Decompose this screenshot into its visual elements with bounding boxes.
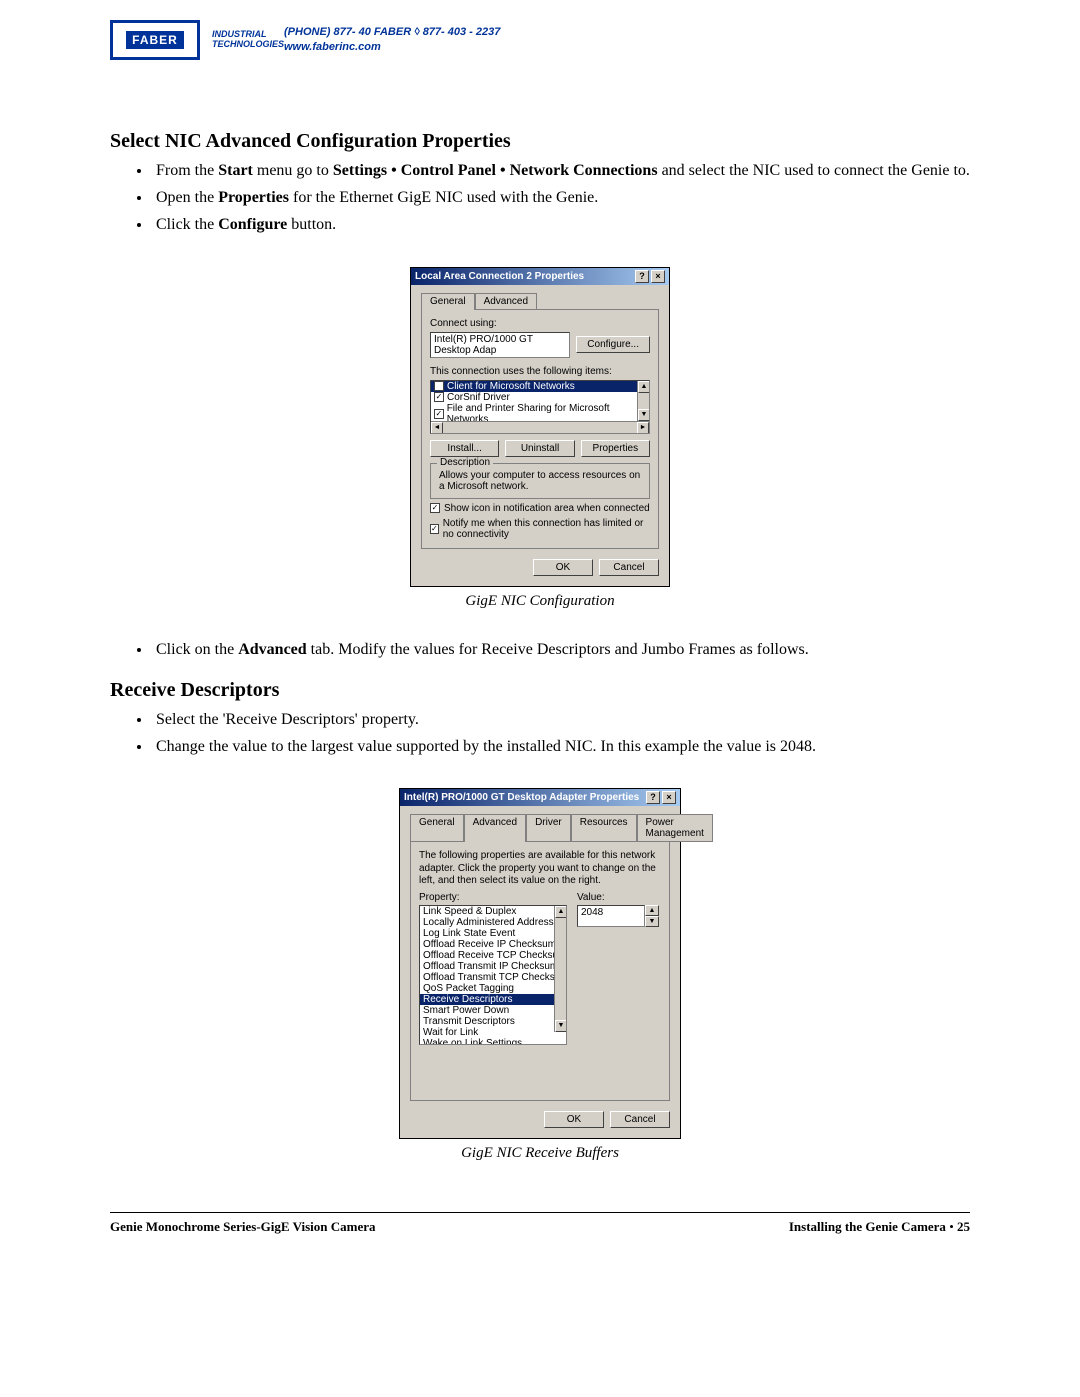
property-row[interactable]: QoS Packet Tagging xyxy=(420,983,566,994)
bullet-advanced-tab: Click on the Advanced tab. Modify the va… xyxy=(152,638,970,661)
tab-advanced[interactable]: Advanced xyxy=(464,814,526,842)
description-label: Description xyxy=(437,457,493,468)
bullet-change-value: Change the value to the largest value su… xyxy=(152,735,970,758)
dialog-adapter-properties: Intel(R) PRO/1000 GT Desktop Adapter Pro… xyxy=(399,788,681,1139)
dialog2-caption: GigE NIC Receive Buffers xyxy=(110,1145,970,1162)
configure-button[interactable]: Configure... xyxy=(576,336,650,353)
uses-items-label: This connection uses the following items… xyxy=(430,366,650,377)
value-stepper[interactable]: 2048 ▲ ▼ xyxy=(577,905,659,927)
cancel-button[interactable]: Cancel xyxy=(610,1111,670,1128)
checkbox-notify[interactable] xyxy=(430,524,439,534)
property-row[interactable]: Offload Transmit TCP Checksum xyxy=(420,972,566,983)
scroll-right-icon[interactable]: ► xyxy=(637,422,649,434)
section2-bullets: Select the 'Receive Descriptors' propert… xyxy=(110,708,970,758)
bullet-select-prop: Select the 'Receive Descriptors' propert… xyxy=(152,708,970,731)
property-row[interactable]: Transmit Descriptors xyxy=(420,1016,566,1027)
dialog1-titlebar: Local Area Connection 2 Properties ? × xyxy=(411,268,669,285)
logo-tagline: INDUSTRIAL TECHNOLOGIES xyxy=(212,30,272,50)
scroll-down-icon[interactable]: ▼ xyxy=(638,409,650,421)
tab-power[interactable]: Power Management xyxy=(637,814,713,842)
tab-general[interactable]: General xyxy=(410,814,464,842)
property-row[interactable]: Link Speed & Duplex xyxy=(420,906,566,917)
footer-right: Installing the Genie Camera • 25 xyxy=(789,1219,970,1235)
header-contact: (PHONE) 877- 40 FABER ◊ 877- 403 - 2237 … xyxy=(284,25,500,56)
bullet-3: Click the Configure button. xyxy=(152,213,970,236)
header-url: www.faberinc.com xyxy=(284,41,381,53)
dialog2-titlebar: Intel(R) PRO/1000 GT Desktop Adapter Pro… xyxy=(400,789,680,806)
scrollbar-vertical[interactable]: ▲ ▼ xyxy=(554,906,566,1032)
checkbox-show-icon[interactable] xyxy=(430,503,440,513)
dialog1-caption: GigE NIC Configuration xyxy=(110,593,970,610)
phone-line: (PHONE) 877- 40 FABER ◊ 877- 403 - 2237 xyxy=(284,26,500,38)
property-row[interactable]: Locally Administered Address xyxy=(420,917,566,928)
section-heading-receive-descriptors: Receive Descriptors xyxy=(110,679,970,702)
tab-driver[interactable]: Driver xyxy=(526,814,571,842)
help-icon[interactable]: ? xyxy=(635,270,649,283)
property-row[interactable]: Offload Receive IP Checksum xyxy=(420,939,566,950)
section1-bullets: From the Start menu go to Settings • Con… xyxy=(110,159,970,237)
mid-bullets: Click on the Advanced tab. Modify the va… xyxy=(110,638,970,661)
page-footer: Genie Monochrome Series-GigE Vision Came… xyxy=(110,1212,970,1235)
scroll-up-icon[interactable]: ▲ xyxy=(555,906,567,918)
logo-text: FABER xyxy=(126,31,184,49)
scrollbar-horizontal[interactable]: ◄ ► xyxy=(431,421,649,433)
tab-general[interactable]: General xyxy=(421,293,475,310)
list-item: CorSnif Driver xyxy=(447,392,510,403)
ok-button[interactable]: OK xyxy=(544,1111,604,1128)
uninstall-button[interactable]: Uninstall xyxy=(505,440,574,457)
list-item: Client for Microsoft Networks xyxy=(447,381,575,392)
cb1-label: Show icon in notification area when conn… xyxy=(444,503,650,514)
properties-button[interactable]: Properties xyxy=(581,440,650,457)
install-button[interactable]: Install... xyxy=(430,440,499,457)
cb2-label: Notify me when this connection has limit… xyxy=(443,518,650,540)
description-group: Description Allows your computer to acce… xyxy=(430,463,650,499)
faber-logo: FABER xyxy=(110,20,200,60)
property-row[interactable]: Smart Power Down xyxy=(420,1005,566,1016)
value-field[interactable]: 2048 xyxy=(577,905,645,927)
dialog2-intro: The following properties are available f… xyxy=(419,850,661,888)
property-row[interactable]: Offload Receive TCP Checksum xyxy=(420,950,566,961)
property-row[interactable]: Log Link State Event xyxy=(420,928,566,939)
spin-up-icon[interactable]: ▲ xyxy=(645,905,659,916)
spin-down-icon[interactable]: ▼ xyxy=(645,916,659,927)
connect-using-label: Connect using: xyxy=(430,318,650,329)
value-label: Value: xyxy=(577,892,659,903)
items-listbox[interactable]: Client for Microsoft Networks CorSnif Dr… xyxy=(430,380,650,434)
scroll-down-icon[interactable]: ▼ xyxy=(555,1020,567,1032)
property-row[interactable]: Wake on Link Settings xyxy=(420,1038,566,1045)
bullet-1: From the Start menu go to Settings • Con… xyxy=(152,159,970,182)
scrollbar-vertical[interactable]: ▲ ▼ xyxy=(637,381,649,421)
tab-advanced[interactable]: Advanced xyxy=(475,293,537,310)
footer-left: Genie Monochrome Series-GigE Vision Came… xyxy=(110,1219,376,1235)
checkbox-icon[interactable] xyxy=(434,381,444,391)
dialog1-title: Local Area Connection 2 Properties xyxy=(415,271,584,282)
description-text: Allows your computer to access resources… xyxy=(439,470,641,492)
checkbox-icon[interactable] xyxy=(434,409,444,419)
property-listbox[interactable]: Link Speed & DuplexLocally Administered … xyxy=(419,905,567,1045)
adapter-field: Intel(R) PRO/1000 GT Desktop Adap xyxy=(430,332,570,358)
dialog2-title: Intel(R) PRO/1000 GT Desktop Adapter Pro… xyxy=(404,792,639,803)
property-label: Property: xyxy=(419,892,567,903)
ok-button[interactable]: OK xyxy=(533,559,593,576)
close-icon[interactable]: × xyxy=(662,791,676,804)
close-icon[interactable]: × xyxy=(651,270,665,283)
checkbox-icon[interactable] xyxy=(434,392,444,402)
page-header: FABER INDUSTRIAL TECHNOLOGIES (PHONE) 87… xyxy=(110,20,970,60)
scroll-left-icon[interactable]: ◄ xyxy=(431,422,443,434)
help-icon[interactable]: ? xyxy=(646,791,660,804)
section-heading-nic-config: Select NIC Advanced Configuration Proper… xyxy=(110,130,970,153)
cancel-button[interactable]: Cancel xyxy=(599,559,659,576)
tab-resources[interactable]: Resources xyxy=(571,814,637,842)
dialog-connection-properties: Local Area Connection 2 Properties ? × G… xyxy=(410,267,670,587)
property-row[interactable]: Receive Descriptors xyxy=(420,994,566,1005)
property-row[interactable]: Wait for Link xyxy=(420,1027,566,1038)
scroll-up-icon[interactable]: ▲ xyxy=(638,381,650,393)
bullet-2: Open the Properties for the Ethernet Gig… xyxy=(152,186,970,209)
property-row[interactable]: Offload Transmit IP Checksum xyxy=(420,961,566,972)
